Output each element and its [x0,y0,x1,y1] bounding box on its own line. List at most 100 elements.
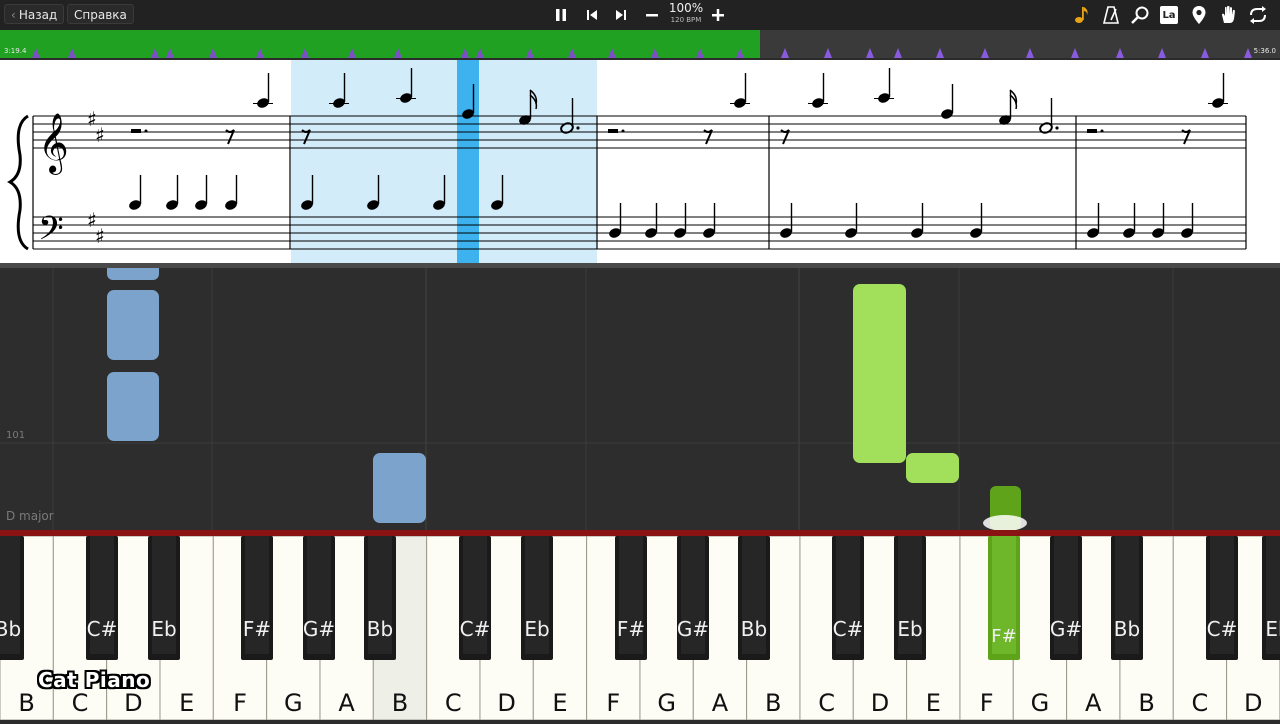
black-key: Eb [148,536,180,660]
black-key-label: F# [617,617,645,641]
black-key-label: C# [460,617,491,641]
timeline-marker [736,48,744,58]
quarter-note [911,203,924,238]
black-key-label: C# [1207,617,1238,641]
quarter-note [129,175,142,210]
piano-keys[interactable]: B C D E F G A B C D E F G A B C D E F G A B C D Bb C# Eb F# G# Bb C# Eb… [0,535,1280,721]
white-key-label: F [233,689,247,717]
quarter-note [645,203,658,238]
quarter-note [1181,203,1194,238]
sharp-icon: ♯ [95,123,105,147]
black-key-label: Bb [1114,617,1140,641]
key-signature-label: D major [6,509,54,523]
black-key-label: F# [991,626,1016,647]
timeline-marker [476,48,484,58]
timeline-marker [526,48,534,58]
barlines [32,116,1247,249]
location-pin-icon[interactable] [1188,4,1210,26]
black-key-label: Bb [0,617,21,641]
pause-icon[interactable] [550,4,572,26]
solfege-icon[interactable]: La [1158,4,1180,26]
solfege-label: La [1160,6,1178,24]
treble-staff [33,115,1246,149]
black-key-label: F# [243,617,271,641]
hand-icon[interactable] [1218,4,1240,26]
minus-icon[interactable] [641,4,663,26]
black-key-label: C# [87,617,118,641]
back-button[interactable]: ‹ Назад [4,4,65,24]
black-key: C# [86,536,118,660]
black-key-active: F# [988,536,1020,660]
timeline-marker [151,48,159,58]
white-key-label: B [392,689,408,717]
bass-clef-icon: 𝄢 [38,210,64,256]
white-key-label: A [1085,689,1102,717]
white-key-label: C [1192,689,1209,717]
timeline-marker [301,48,309,58]
timeline-marker [696,48,704,58]
timeline-marker [394,48,402,58]
help-button[interactable]: Справка [67,4,134,24]
tempo-bpm: 120 BPM [670,16,702,24]
loop-icon[interactable] [1247,4,1269,26]
black-key-label: Bb [367,617,393,641]
quarter-note [941,84,954,119]
black-key-label: Eb [1265,617,1280,641]
quarter-note [674,203,687,238]
time-end: 5:36.0 [1253,47,1276,55]
timeline-marker [32,48,40,58]
timeline-scrubber[interactable]: 3:19.4 5:36.0 [0,30,1280,58]
white-key-label: B [765,689,781,717]
quarter-note [1123,203,1136,238]
skip-forward-icon[interactable] [610,4,632,26]
skip-back-icon[interactable] [581,4,603,26]
plus-icon[interactable] [707,4,729,26]
black-key: Bb [0,536,24,660]
black-key-label: G# [677,617,709,641]
tempo-display: 100% 120 BPM [666,1,706,25]
quarter-note [225,175,238,210]
white-key-label: A [712,689,729,717]
black-key-label: G# [1050,617,1082,641]
white-key-label: D [124,689,142,717]
black-key: Bb [1111,536,1143,660]
sheet-music-staff: 𝄞 𝄢 ♯ ♯ ♯ ♯ [7,60,1247,263]
chevron-left-icon: ‹ [11,8,16,22]
white-key-label: F [980,689,994,717]
white-key-label: G [1031,689,1050,717]
falling-note-left [107,372,159,441]
zoom-percent: 100% [668,1,704,15]
metronome-icon[interactable] [1100,4,1122,26]
timeline-marker [256,48,264,58]
timeline-marker [608,48,616,58]
black-key: F# [241,536,273,660]
sheet-music[interactable]: 𝄞 𝄢 ♯ ♯ ♯ ♯ [0,60,1280,263]
falling-note-left [107,290,159,360]
quarter-note [1087,203,1100,238]
timeline-marker [209,48,217,58]
sharp-icon: ♯ [95,224,105,248]
quarter-note [1152,203,1165,238]
timeline-markers [32,48,1252,58]
white-key-label: B [1138,689,1154,717]
white-key-label: C [445,689,462,717]
falling-note-left [107,268,159,280]
white-key-label: D [497,689,515,717]
timeline-marker [166,48,174,58]
roll-row-label: 101 [6,430,26,441]
black-key: G# [303,536,335,660]
time-start: 3:19.4 [4,47,27,55]
white-key-label: G [657,689,676,717]
black-key-label: Eb [151,617,176,641]
black-key: Bb [738,536,770,660]
falling-notes-area: 101 D major [0,268,1280,530]
piano-keyboard[interactable]: B C D E F G A B C D E F G A B C D E F G A B C D Bb C# Eb F# G# Bb C# Eb… [0,535,1280,721]
falling-note-left [373,453,426,523]
black-key: G# [677,536,709,660]
white-key-label: F [606,689,620,717]
magnifier-icon[interactable] [1129,4,1151,26]
note-icon[interactable] [1071,4,1093,26]
timeline-marker [461,48,469,58]
timeline-marker [68,48,76,58]
timeline-marker [651,48,659,58]
